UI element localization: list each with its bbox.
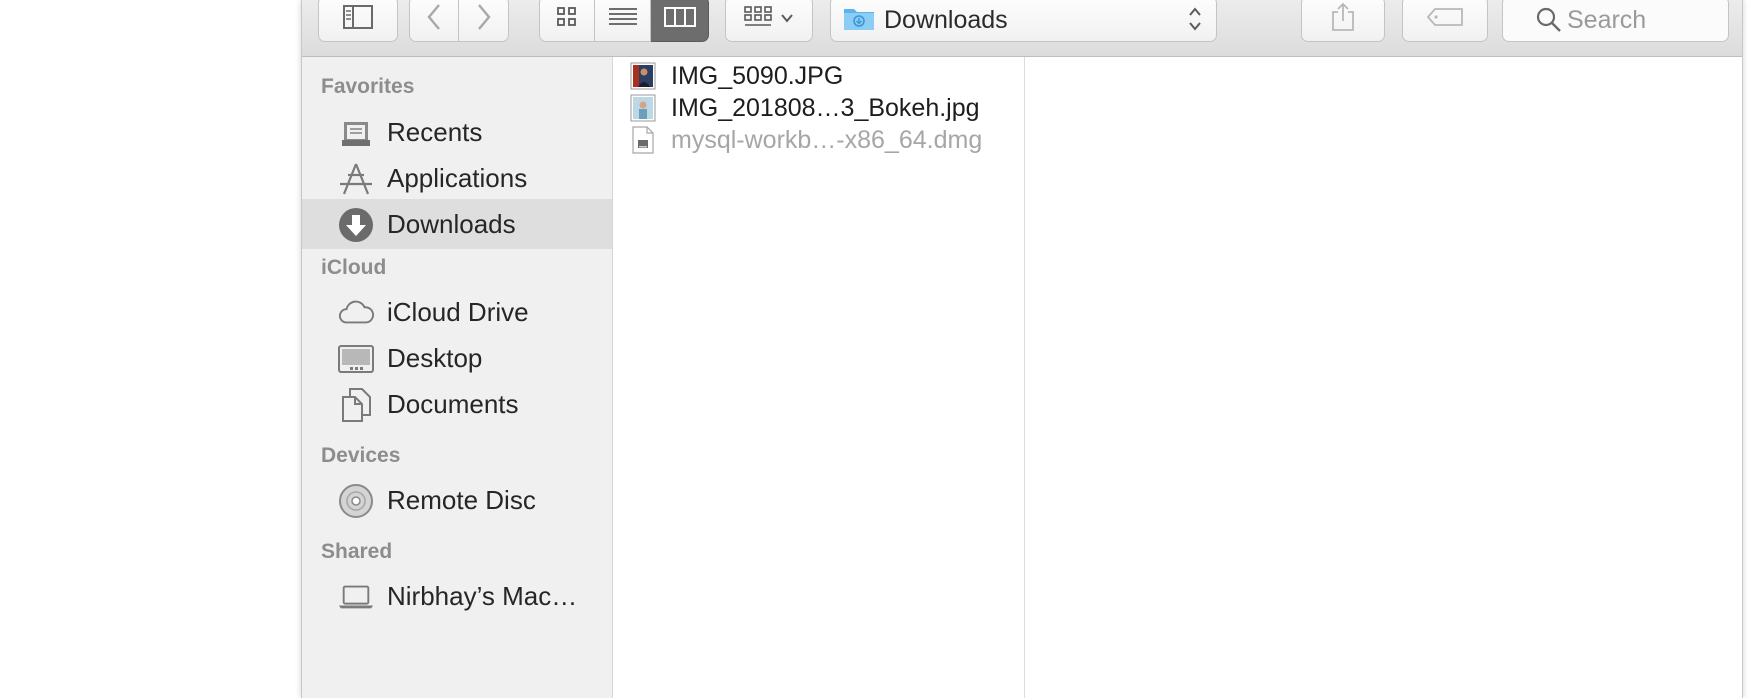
icloud-drive-icon <box>338 295 374 331</box>
downloads-icon <box>338 207 374 243</box>
search-field[interactable]: Search <box>1502 0 1729 42</box>
sidebar-item-applications[interactable]: Applications <box>302 153 612 203</box>
sidebar-item-label: Nirbhay’s Mac… <box>387 581 578 611</box>
sidebar-item-shared-mac[interactable]: Nirbhay’s Mac… <box>302 571 612 621</box>
sidebar-item-remote-disc[interactable]: Remote Disc <box>302 475 612 525</box>
section-header-favorites: Favorites <box>321 75 415 98</box>
section-header-shared: Shared <box>321 540 393 563</box>
sidebar-item-label: Remote Disc <box>387 485 536 515</box>
sidebar-item-desktop[interactable]: Desktop <box>302 333 612 383</box>
file-name: IMG_5090.JPG <box>671 62 844 90</box>
section-header-devices: Devices <box>321 444 401 467</box>
jpg-thumbnail-icon <box>630 61 656 91</box>
sidebar-item-label: iCloud Drive <box>387 297 529 327</box>
file-name: IMG_201808…3_Bokeh.jpg <box>671 94 980 122</box>
search-icon <box>1536 7 1562 38</box>
sidebar-item-documents[interactable]: Documents <box>302 379 612 429</box>
chevron-right-icon <box>476 3 492 36</box>
tag-icon <box>1426 7 1464 32</box>
icon-view-button[interactable] <box>539 0 595 42</box>
sidebar-item-label: Documents <box>387 389 519 419</box>
empty-column <box>1025 57 1742 698</box>
share-button[interactable] <box>1301 0 1385 42</box>
columns-icon <box>663 6 696 33</box>
finder-window: Downloads Search Favorites Recents Appli… <box>301 0 1743 698</box>
file-row-mysql-dmg[interactable]: mysql-workb…-x86_64.dmg <box>614 122 1024 158</box>
applications-icon <box>338 161 374 197</box>
chevron-left-icon <box>426 3 442 36</box>
file-row-img-bokeh[interactable]: IMG_201808…3_Bokeh.jpg <box>614 90 1024 126</box>
recents-icon <box>338 115 374 151</box>
sidebar-item-recents[interactable]: Recents <box>302 107 612 157</box>
remote-disc-icon <box>338 483 374 519</box>
dmg-file-icon <box>630 125 656 155</box>
tags-button[interactable] <box>1402 0 1488 42</box>
grid-icon <box>556 6 578 33</box>
documents-icon <box>338 387 374 423</box>
back-button[interactable] <box>409 0 459 42</box>
chevron-down-icon <box>780 10 794 28</box>
sidebar-item-label: Desktop <box>387 343 483 373</box>
nav-buttons <box>409 0 509 42</box>
sidebar-toggle-icon <box>343 4 373 34</box>
laptop-icon <box>338 579 374 615</box>
file-column: IMG_5090.JPG IMG_201808…3_Bokeh.jpg mysq… <box>614 57 1025 698</box>
column-view-button[interactable] <box>651 0 709 42</box>
search-placeholder: Search <box>1567 6 1647 34</box>
arrange-grid-icon <box>744 5 774 34</box>
toolbar: Downloads Search <box>302 0 1742 57</box>
view-mode-selector <box>539 0 709 42</box>
sidebar-item-downloads[interactable]: Downloads <box>302 199 612 249</box>
section-header-icloud: iCloud <box>321 256 387 279</box>
sidebar-toggle-button[interactable] <box>318 0 398 42</box>
sidebar-item-label: Downloads <box>387 209 516 239</box>
up-down-chevron-icon <box>1188 5 1202 38</box>
file-row-img-5090[interactable]: IMG_5090.JPG <box>614 58 1024 94</box>
downloads-folder-icon <box>843 5 875 36</box>
file-name: mysql-workb…-x86_64.dmg <box>671 126 983 154</box>
sidebar-item-label: Recents <box>387 117 483 147</box>
path-title: Downloads <box>884 6 1008 34</box>
sidebar-item-icloud-drive[interactable]: iCloud Drive <box>302 287 612 337</box>
sidebar-item-label: Applications <box>387 163 528 193</box>
jpg-thumbnail-icon <box>630 93 656 123</box>
path-popup[interactable]: Downloads <box>830 0 1217 42</box>
arrange-button[interactable] <box>725 0 813 42</box>
list-icon <box>608 6 638 33</box>
desktop-icon <box>338 341 374 377</box>
forward-button[interactable] <box>459 0 509 42</box>
sidebar: Favorites Recents Applications Downloads… <box>302 57 613 698</box>
list-view-button[interactable] <box>595 0 651 42</box>
share-icon <box>1331 2 1355 37</box>
